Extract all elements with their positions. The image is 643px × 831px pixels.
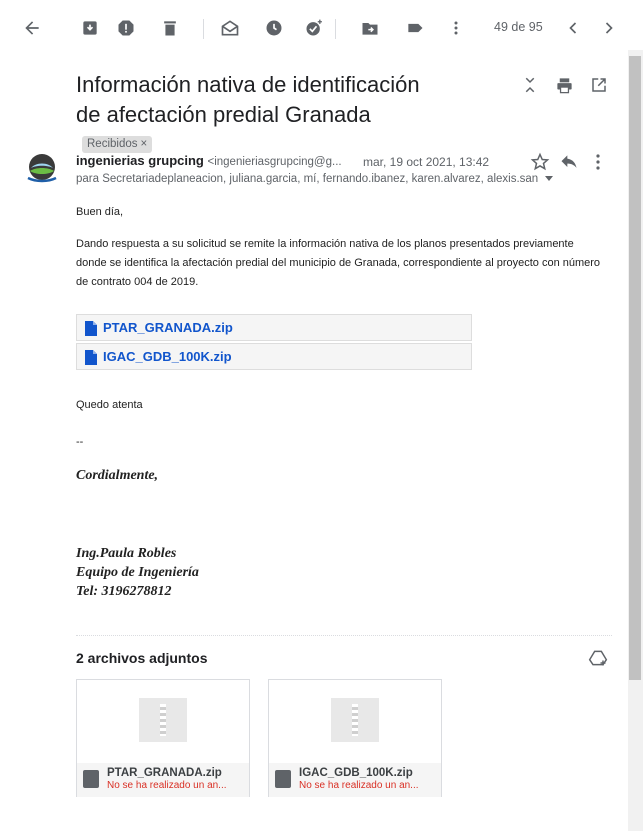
label-text: Recibidos (87, 137, 138, 150)
report-spam-icon[interactable] (114, 16, 138, 40)
archive-file-icon (275, 770, 291, 788)
sender-name[interactable]: ingenierias grupcing (76, 153, 204, 168)
signature-team: Equipo de Ingeniería (76, 565, 199, 580)
add-to-drive-icon[interactable] (588, 648, 608, 668)
email-subject: Información nativa de identificación de … (76, 70, 426, 160)
attachment-card-footer: IGAC_GDB_100K.zip No se ha realizado un … (269, 763, 441, 797)
subject-text: Información nativa de identificación de … (76, 72, 420, 127)
body-paragraph: Dando respuesta a su solicitud se remite… (76, 238, 601, 288)
open-new-window-icon[interactable] (588, 74, 610, 96)
more-options-icon[interactable] (591, 152, 605, 172)
label-icon[interactable] (403, 16, 427, 40)
add-task-icon[interactable] (302, 16, 326, 40)
back-arrow-icon[interactable] (20, 16, 44, 40)
attachment-name: PTAR_GRANADA.zip (107, 767, 222, 779)
archive-file-icon (83, 770, 99, 788)
attachment-scan-status: No se ha realizado un an... (299, 780, 419, 791)
zip-file-icon (331, 698, 379, 742)
signature-separator: -- (76, 436, 84, 448)
attachment-card[interactable]: PTAR_GRANADA.zip No se ha realizado un a… (76, 679, 250, 797)
attachment-card-footer: PTAR_GRANADA.zip No se ha realizado un a… (77, 763, 249, 797)
chevron-left-icon[interactable] (561, 16, 585, 40)
star-icon[interactable] (530, 152, 550, 172)
attachment-link-label[interactable]: IGAC_GDB_100K.zip (103, 349, 232, 364)
reply-icon[interactable] (559, 152, 579, 172)
show-details-dropdown-icon[interactable] (545, 176, 554, 182)
snooze-clock-icon[interactable] (262, 16, 286, 40)
sender-avatar[interactable] (22, 148, 62, 188)
scrollbar-thumb[interactable] (629, 56, 641, 680)
zip-file-icon (139, 698, 187, 742)
greeting: Buen día, (76, 206, 124, 218)
chevron-right-icon[interactable] (597, 16, 621, 40)
mark-unread-icon[interactable] (218, 16, 242, 40)
remove-label-icon[interactable]: × (141, 138, 148, 150)
attachment-link-label[interactable]: PTAR_GRANADA.zip (103, 320, 233, 335)
file-icon (85, 321, 97, 341)
inbox-label-chip[interactable]: Recibidos × (82, 135, 153, 153)
sender-email: <ingenieriasgrupcing@g... (207, 156, 342, 168)
closing-text: Quedo atenta (76, 399, 143, 411)
attachment-link-igac[interactable]: IGAC_GDB_100K.zip (76, 343, 472, 370)
attachments-divider (76, 635, 612, 636)
print-icon[interactable] (553, 74, 575, 96)
attachment-name: IGAC_GDB_100K.zip (299, 767, 413, 779)
more-vertical-icon[interactable] (444, 16, 468, 40)
recipients-text: para Secretariadeplaneacion, juliana.gar… (76, 173, 539, 185)
attachment-card[interactable]: IGAC_GDB_100K.zip No se ha realizado un … (268, 679, 442, 797)
signature-greeting: Cordialmente, (76, 468, 159, 483)
toolbar-divider (203, 19, 204, 39)
expand-collapse-icon[interactable] (519, 74, 541, 96)
move-to-folder-icon[interactable] (358, 16, 382, 40)
signature-name: Ing.Paula Robles (76, 546, 177, 561)
attachment-scan-status: No se ha realizado un an... (107, 780, 227, 791)
recipients-line[interactable]: para Secretariadeplaneacion, juliana.gar… (76, 173, 554, 185)
sender-line: ingenierias grupcing <ingenieriasgrupcin… (76, 153, 342, 168)
signature-phone: Tel: 3196278812 (76, 584, 172, 599)
message-toolbar: 49 de 95 (0, 0, 643, 56)
toolbar-divider (335, 19, 336, 39)
file-icon (85, 350, 97, 370)
page-counter: 49 de 95 (494, 20, 543, 34)
archive-icon[interactable] (78, 16, 102, 40)
attachments-count: 2 archivos adjuntos (76, 650, 208, 666)
attachment-link-ptar[interactable]: PTAR_GRANADA.zip (76, 314, 472, 341)
delete-icon[interactable] (158, 16, 182, 40)
message-date: mar, 19 oct 2021, 13:42 (363, 155, 490, 169)
